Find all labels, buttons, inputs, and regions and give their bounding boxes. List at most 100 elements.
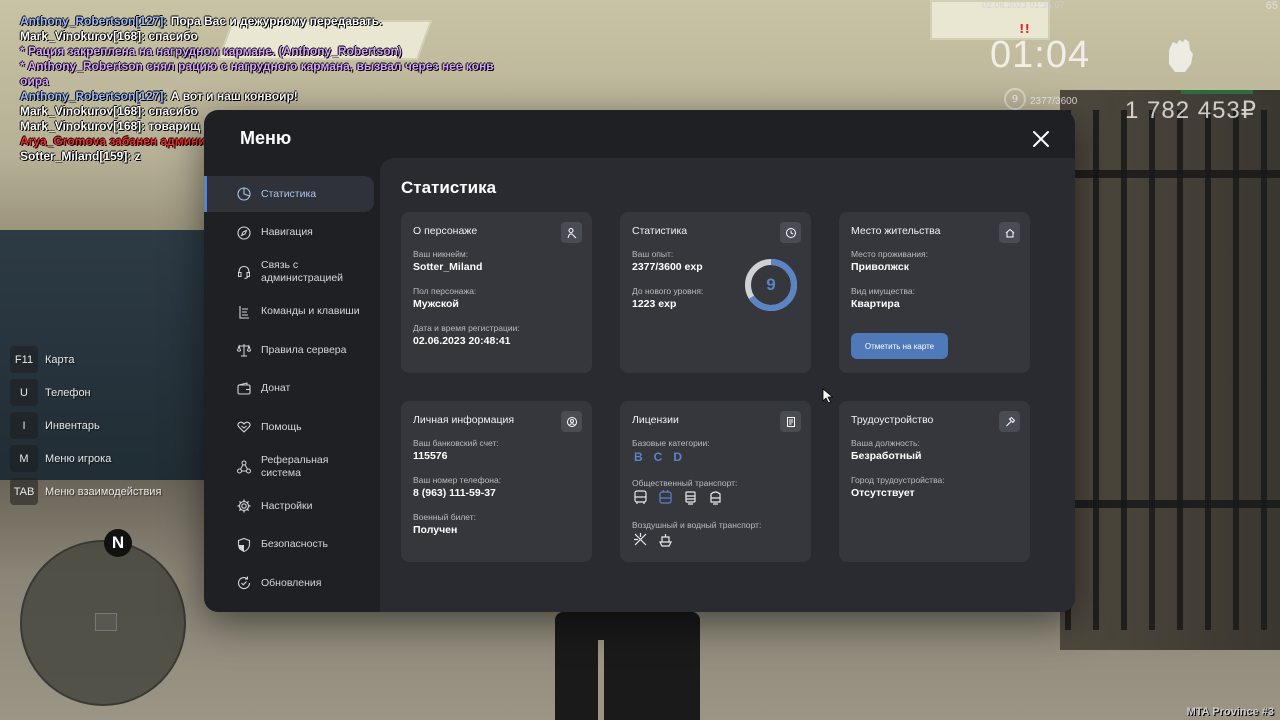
field-label: Базовые категории: bbox=[632, 438, 710, 448]
chat-message: Mark_Vinokurov[168]: спасибо bbox=[20, 29, 500, 44]
sidebar-item-6[interactable]: Донат bbox=[204, 371, 380, 407]
referral-icon bbox=[237, 460, 251, 473]
sidebar-item-label: Настройки bbox=[261, 499, 313, 512]
sidebar-item-11[interactable]: Обновления bbox=[204, 565, 380, 601]
chat-message-part: Anthony_Robertson[127]: bbox=[20, 14, 171, 28]
tram-icon bbox=[685, 491, 696, 505]
wallet-icon bbox=[237, 381, 251, 395]
keybind-label: Меню игрока bbox=[45, 452, 112, 465]
field-label: Город трудоустройства: bbox=[851, 475, 945, 485]
license-category: B bbox=[634, 450, 643, 464]
mouse-cursor-icon bbox=[822, 388, 834, 404]
hud-exp: 2377/3600 bbox=[1030, 96, 1078, 107]
menu-title: Меню bbox=[240, 128, 292, 148]
compass-icon bbox=[237, 225, 251, 240]
hud-clock: 01:04 bbox=[990, 34, 1091, 76]
chat-message-part: Пора Вас и дежурному передавать. bbox=[170, 14, 383, 28]
keybind-label: Инвентарь bbox=[45, 419, 100, 432]
card-character: О персонаже Ваш никнейм: Sotter_Miland П… bbox=[401, 212, 592, 373]
field-label: До нового уровня: bbox=[632, 286, 704, 296]
sidebar-item-label-line: система bbox=[261, 466, 301, 479]
hammer-icon bbox=[999, 411, 1020, 432]
menu-content: Статистика О персонаже Ваш никнейм: Sott… bbox=[380, 158, 1075, 612]
menu-sidebar: Статистика Навигация Связь с администрацией… bbox=[204, 176, 380, 604]
home-icon bbox=[999, 222, 1020, 243]
keybind-row: I Инвентарь bbox=[10, 412, 161, 439]
keybind-label: Карта bbox=[45, 353, 75, 366]
bank-account-value: 115576 bbox=[413, 450, 448, 462]
passport-icon bbox=[561, 411, 582, 432]
keybind-key: F11 bbox=[10, 346, 38, 373]
keybind-row: F11 Карта bbox=[10, 346, 161, 373]
player-menu-window: Меню Статистика Навигация Связь с администр… bbox=[204, 110, 1075, 612]
card-title: О персонаже bbox=[413, 225, 478, 237]
headset-icon bbox=[238, 265, 250, 279]
close-icon[interactable] bbox=[1028, 126, 1054, 152]
sidebar-item-7[interactable]: Помощь bbox=[204, 409, 380, 445]
pie-chart-icon bbox=[237, 187, 251, 201]
chat-message-part: Anthony_Robertson[127]: bbox=[20, 89, 171, 103]
job-position-value: Безработный bbox=[851, 450, 922, 462]
command-list-icon bbox=[239, 305, 249, 319]
field-label: Ваш никнейм: bbox=[413, 249, 469, 259]
clock-stats-icon bbox=[780, 222, 801, 243]
card-personal-info: Личная информация Ваш банковский счет: 1… bbox=[401, 401, 592, 562]
sidebar-item-label: Навигация bbox=[261, 226, 313, 238]
chat-message: оира bbox=[20, 74, 500, 89]
job-city-value: Отсутствует bbox=[851, 487, 915, 499]
chat-message: Anthony_Robertson[127]: Пора Вас и дежур… bbox=[20, 14, 500, 29]
keybind-key: I bbox=[10, 412, 38, 439]
gender-value: Мужской bbox=[413, 298, 459, 310]
chat-message-part: А вот и наш конвоир! bbox=[170, 89, 298, 103]
gear-icon bbox=[237, 499, 251, 513]
hud-timestamp: 02.06.2023 01:35:07 bbox=[982, 0, 1065, 10]
air-water-licenses bbox=[632, 531, 674, 548]
heart-hands-icon bbox=[237, 421, 251, 433]
sidebar-item-label: Обновления bbox=[261, 576, 322, 589]
field-label: Ваш номер телефона: bbox=[413, 475, 502, 485]
public-transport-licenses bbox=[632, 489, 724, 506]
license-category: C bbox=[653, 450, 663, 464]
field-label: Ваш опыт: bbox=[632, 249, 674, 259]
registration-value: 02.06.2023 20:48:41 bbox=[413, 335, 511, 347]
sidebar-item-label: Правила сервера bbox=[261, 343, 347, 356]
level-number: 9 bbox=[766, 275, 776, 294]
sidebar-item-label: Реферальная система bbox=[261, 454, 328, 480]
cell-bars bbox=[1065, 110, 1280, 630]
sidebar-item-10[interactable]: Безопасность bbox=[204, 527, 380, 563]
military-id-value: Получен bbox=[413, 524, 458, 536]
sidebar-item-label-line: Реферальная bbox=[261, 453, 329, 466]
field-label: Дата и время регистрации: bbox=[413, 323, 520, 333]
mark-on-map-button[interactable]: Отметить на карте bbox=[851, 333, 948, 359]
sidebar-item-1[interactable]: Статистика bbox=[204, 176, 374, 212]
sidebar-item-label-line: администрацией bbox=[261, 272, 344, 284]
sidebar-item-4[interactable]: Команды и клавиши bbox=[204, 294, 380, 330]
sidebar-item-5[interactable]: Правила сервера bbox=[204, 332, 380, 368]
card-title: Статистика bbox=[632, 225, 688, 237]
residence-city-value: Приволжск bbox=[851, 261, 909, 273]
sidebar-item-label-line: Связь с bbox=[261, 259, 299, 271]
hud-level-circle: 9 bbox=[1004, 88, 1026, 110]
sidebar-item-3[interactable]: Связь с администрацией bbox=[204, 253, 380, 291]
update-check-icon bbox=[237, 576, 251, 590]
bus-icon bbox=[634, 490, 647, 504]
cell-bar-horizontal bbox=[1065, 500, 1280, 508]
cell-bar-horizontal bbox=[1065, 170, 1280, 178]
sidebar-item-label: Безопасность bbox=[261, 538, 328, 550]
sidebar-item-8[interactable]: Реферальная система bbox=[204, 448, 380, 486]
chat-message-part: Mark_Vinokurov[168]: спасибо bbox=[20, 29, 198, 43]
license-document-icon bbox=[780, 411, 801, 432]
card-licenses: Лицензии Базовые категории: BCD Обществе… bbox=[620, 401, 811, 562]
sidebar-item-9[interactable]: Настройки bbox=[204, 488, 380, 524]
chat-message-part: * Рация закреплена на нагрудном кармане.… bbox=[20, 44, 402, 58]
keybind-key: U bbox=[10, 379, 38, 406]
field-label: Военный билет: bbox=[413, 512, 477, 522]
minimap-north-icon: N bbox=[104, 529, 132, 557]
card-stats: Статистика Ваш опыт: 2377/3600 exp До но… bbox=[620, 212, 811, 373]
sidebar-item-label: Помощь bbox=[261, 420, 302, 433]
sidebar-item-2[interactable]: Навигация bbox=[204, 215, 380, 251]
field-label: Ваш банковский счет: bbox=[413, 438, 499, 448]
chat-message-part: * Anthony_Robertson снял рацию с нагрудн… bbox=[20, 59, 494, 73]
person-icon bbox=[561, 222, 582, 243]
chat-message-part: Sotter_Miland[159]: z bbox=[20, 149, 141, 163]
